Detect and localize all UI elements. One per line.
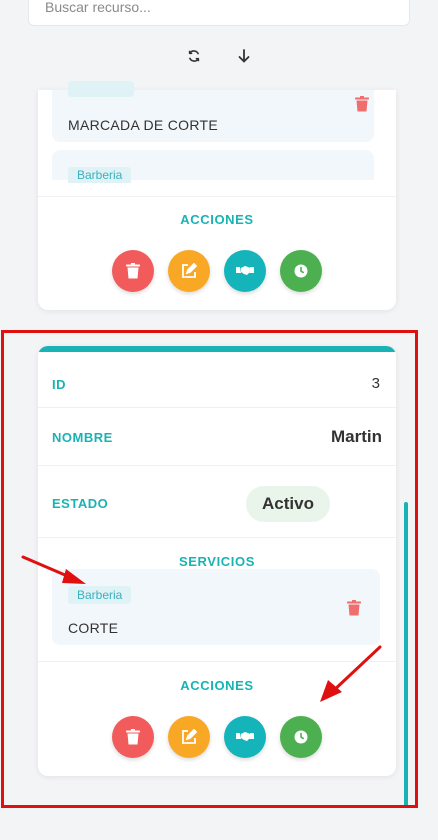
search-input[interactable]: [28, 0, 410, 26]
clock-icon: [294, 264, 308, 278]
handshake-icon: [236, 266, 254, 275]
service-category-tag: Barberia: [68, 167, 132, 183]
arrow-down-icon[interactable]: [234, 46, 254, 66]
resource-card: MARCADA DE CORTE Barberia ACCIONES: [38, 81, 396, 310]
schedule-button[interactable]: [280, 250, 322, 292]
divider: [38, 196, 396, 197]
service-category-tag: [68, 81, 134, 97]
service-name: MARCADA DE CORTE: [68, 117, 219, 133]
assign-button[interactable]: [224, 250, 266, 292]
service-item: Barberia: [52, 150, 374, 183]
edit-button[interactable]: [168, 250, 210, 292]
edit-icon: [182, 263, 197, 278]
actions-label: ACCIONES: [180, 212, 254, 227]
delete-button[interactable]: [112, 250, 154, 292]
annotation-arrow: [320, 645, 382, 702]
service-item: MARCADA DE CORTE: [52, 81, 374, 142]
refresh-icon[interactable]: [184, 46, 204, 66]
annotation-arrow: [21, 555, 86, 584]
trash-icon: [126, 263, 140, 279]
trash-icon[interactable]: [355, 96, 369, 112]
